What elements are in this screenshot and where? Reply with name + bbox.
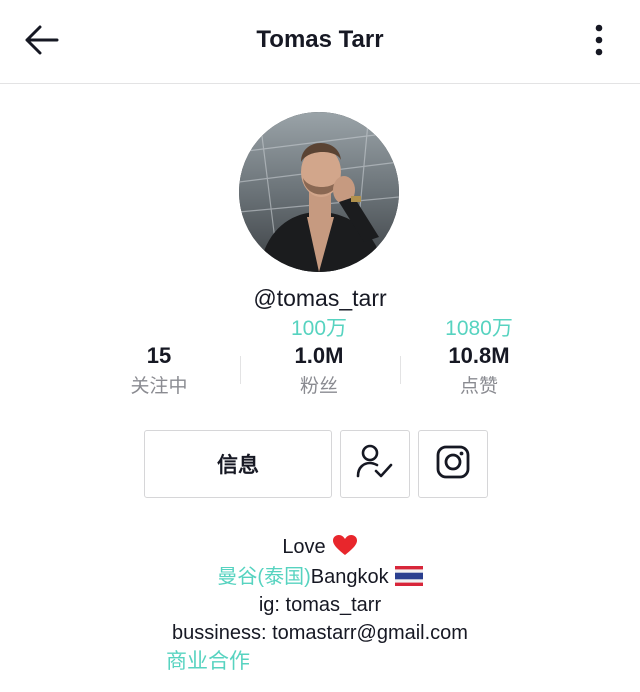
avatar[interactable] [239,112,399,272]
stat-value: 1.0M [294,343,344,368]
username: @tomas_tarr [253,285,387,311]
stat-value: 15 [146,343,172,368]
location-annotation: 曼谷(泰国) [217,566,311,588]
stat-label: 关注中 [130,376,188,397]
stat-value: 10.8M [448,343,510,368]
friend-status-button[interactable] [340,430,410,498]
stat-following[interactable]: 15 关注中 [79,316,239,400]
instagram-icon [435,444,471,485]
page-title: Tomas Tarr [256,26,384,53]
bio-line-email: bussiness: tomastarr@gmail.com [172,622,468,644]
top-bar: Tomas Tarr [0,0,640,84]
bio-line-love: Love [0,533,640,564]
more-vertical-icon [594,23,604,62]
stat-annotation [79,316,239,342]
stat-followers[interactable]: 100万 1.0M 粉丝 [239,316,399,400]
avatar-photo [239,112,399,272]
heart-icon [332,534,358,564]
bio-line-ig: ig: tomas_tarr [258,594,382,616]
stat-label: 点赞 [459,376,498,397]
stat-label: 粉丝 [299,376,338,397]
bio-text: Bangkok [310,566,389,588]
business-annotation: 商业合作 [166,650,250,673]
stat-annotation: 1080万 [445,317,513,340]
bio-line-location: 曼谷(泰国)Bangkok [0,563,640,594]
more-options-button[interactable] [584,22,614,62]
stat-annotation: 100万 [290,317,348,340]
stat-likes[interactable]: 1080万 10.8M 点赞 [399,316,559,400]
thailand-flag-icon [394,566,423,594]
bio-text: Love [282,536,326,558]
instagram-button[interactable] [418,430,488,498]
user-check-icon [356,443,394,486]
message-button[interactable]: 信息 [144,430,332,498]
